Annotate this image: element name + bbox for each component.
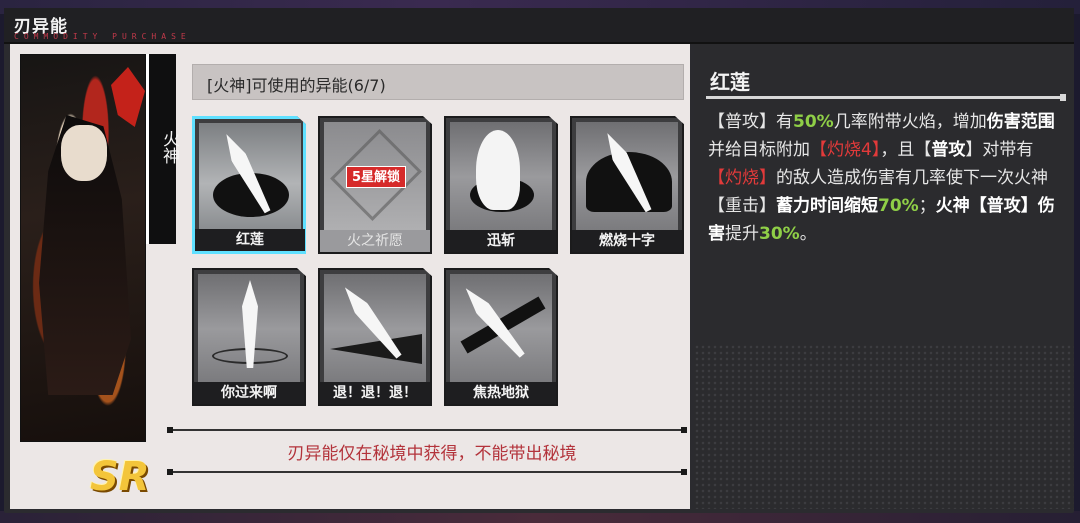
skill-label: 退！退！退！ xyxy=(320,382,430,404)
detail-segment: 【灼烧4】 xyxy=(810,140,881,160)
skill-card-xunzhan[interactable]: 迅斩 xyxy=(444,116,558,254)
skill-label: 迅斩 xyxy=(446,230,556,252)
divider-top xyxy=(167,427,687,433)
detail-segment: 。 xyxy=(799,224,817,244)
skill-art xyxy=(450,122,552,232)
skill-label: 红莲 xyxy=(195,229,305,251)
character-face xyxy=(61,125,107,181)
skill-header-bar: [火神]可使用的异能(6/7) xyxy=(192,64,684,100)
skill-card-ranshaoshizi[interactable]: 燃烧十字 xyxy=(570,116,684,254)
detail-segment: 并给目标附加 xyxy=(708,140,810,160)
detail-segment: 蓄力时间缩短 xyxy=(776,196,878,216)
silhouette-icon xyxy=(476,130,520,210)
window-subtitle: COMMODITY PURCHASE xyxy=(14,32,191,41)
skill-label: 焦热地狱 xyxy=(446,382,556,404)
detail-segment: ； xyxy=(918,196,936,216)
skill-art xyxy=(576,122,678,232)
skill-art: 5星解锁 xyxy=(324,122,426,232)
rarity-badge: SR xyxy=(90,454,150,500)
ability-list-area: 火神 SR [火神]可使用的异能(6/7) 红莲 5星解锁 火之祈愿 迅斩 燃烧… xyxy=(10,44,690,509)
divider-bottom xyxy=(167,469,687,475)
character-name: 火神 xyxy=(159,130,179,164)
dark-streak-shape xyxy=(330,334,422,364)
detail-underline xyxy=(706,94,1066,101)
detail-segment: 提升 xyxy=(725,224,759,244)
skill-label: 火之祈愿 xyxy=(320,230,430,252)
character-name-tab: 火神 xyxy=(146,54,179,244)
detail-segment: 【灼烧】 xyxy=(708,168,776,188)
detail-segment: 【普攻】有 xyxy=(708,112,793,132)
character-card: 火神 SR xyxy=(20,54,180,500)
detail-segment: 70% xyxy=(878,196,919,216)
flame-ornament xyxy=(111,67,145,127)
skill-grid: 红莲 5星解锁 火之祈愿 迅斩 燃烧十字 你过来啊 退！退！退！ 焦热地狱 xyxy=(192,116,692,406)
detail-segment: 50% xyxy=(793,112,834,132)
notice-text: 刃异能仅在秘境中获得，不能带出秘境 xyxy=(287,444,577,464)
skill-art xyxy=(198,274,300,384)
unlock-requirement-badge: 5星解锁 xyxy=(346,166,406,188)
detail-description: 【普攻】有50%几率附带火焰，增加伤害范围并给目标附加【灼烧4】，且【普攻】对带… xyxy=(708,108,1064,248)
detail-segment: 普攻 xyxy=(931,140,966,160)
skill-card-jiaoredi-yu[interactable]: 焦热地狱 xyxy=(444,268,558,406)
detail-segment: 】对带有 xyxy=(965,140,1034,160)
skill-card-huozhiqiyuan[interactable]: 5星解锁 火之祈愿 xyxy=(318,116,432,254)
skill-art xyxy=(324,274,426,384)
skill-card-niguolaia[interactable]: 你过来啊 xyxy=(192,268,306,406)
skill-label: 燃烧十字 xyxy=(572,230,682,252)
character-portrait xyxy=(20,54,146,442)
skill-card-tuituitui[interactable]: 退！退！退！ xyxy=(318,268,432,406)
skill-art xyxy=(199,123,301,233)
blade-ability-panel: 刃异能 COMMODITY PURCHASE 火神 SR [火神]可使用的异能(… xyxy=(4,8,1074,513)
detail-title: 红莲 xyxy=(710,70,750,94)
detail-segment: 几率附带火焰，增加 xyxy=(833,112,987,132)
detail-segment: 30% xyxy=(759,224,800,244)
detail-segment: 伤害范围 xyxy=(986,112,1055,132)
skill-detail-area: 红莲 【普攻】有50%几率附带火焰，增加伤害范围并给目标附加【灼烧4】，且【普攻… xyxy=(694,44,1074,509)
title-bar: 刃异能 COMMODITY PURCHASE xyxy=(4,8,1074,44)
skill-header-text: [火神]可使用的异能(6/7) xyxy=(207,76,386,95)
detail-segment: ，且【 xyxy=(880,140,932,160)
skill-label: 你过来啊 xyxy=(194,382,304,404)
skill-art xyxy=(450,274,552,384)
skill-card-honglian[interactable]: 红莲 xyxy=(192,116,306,254)
